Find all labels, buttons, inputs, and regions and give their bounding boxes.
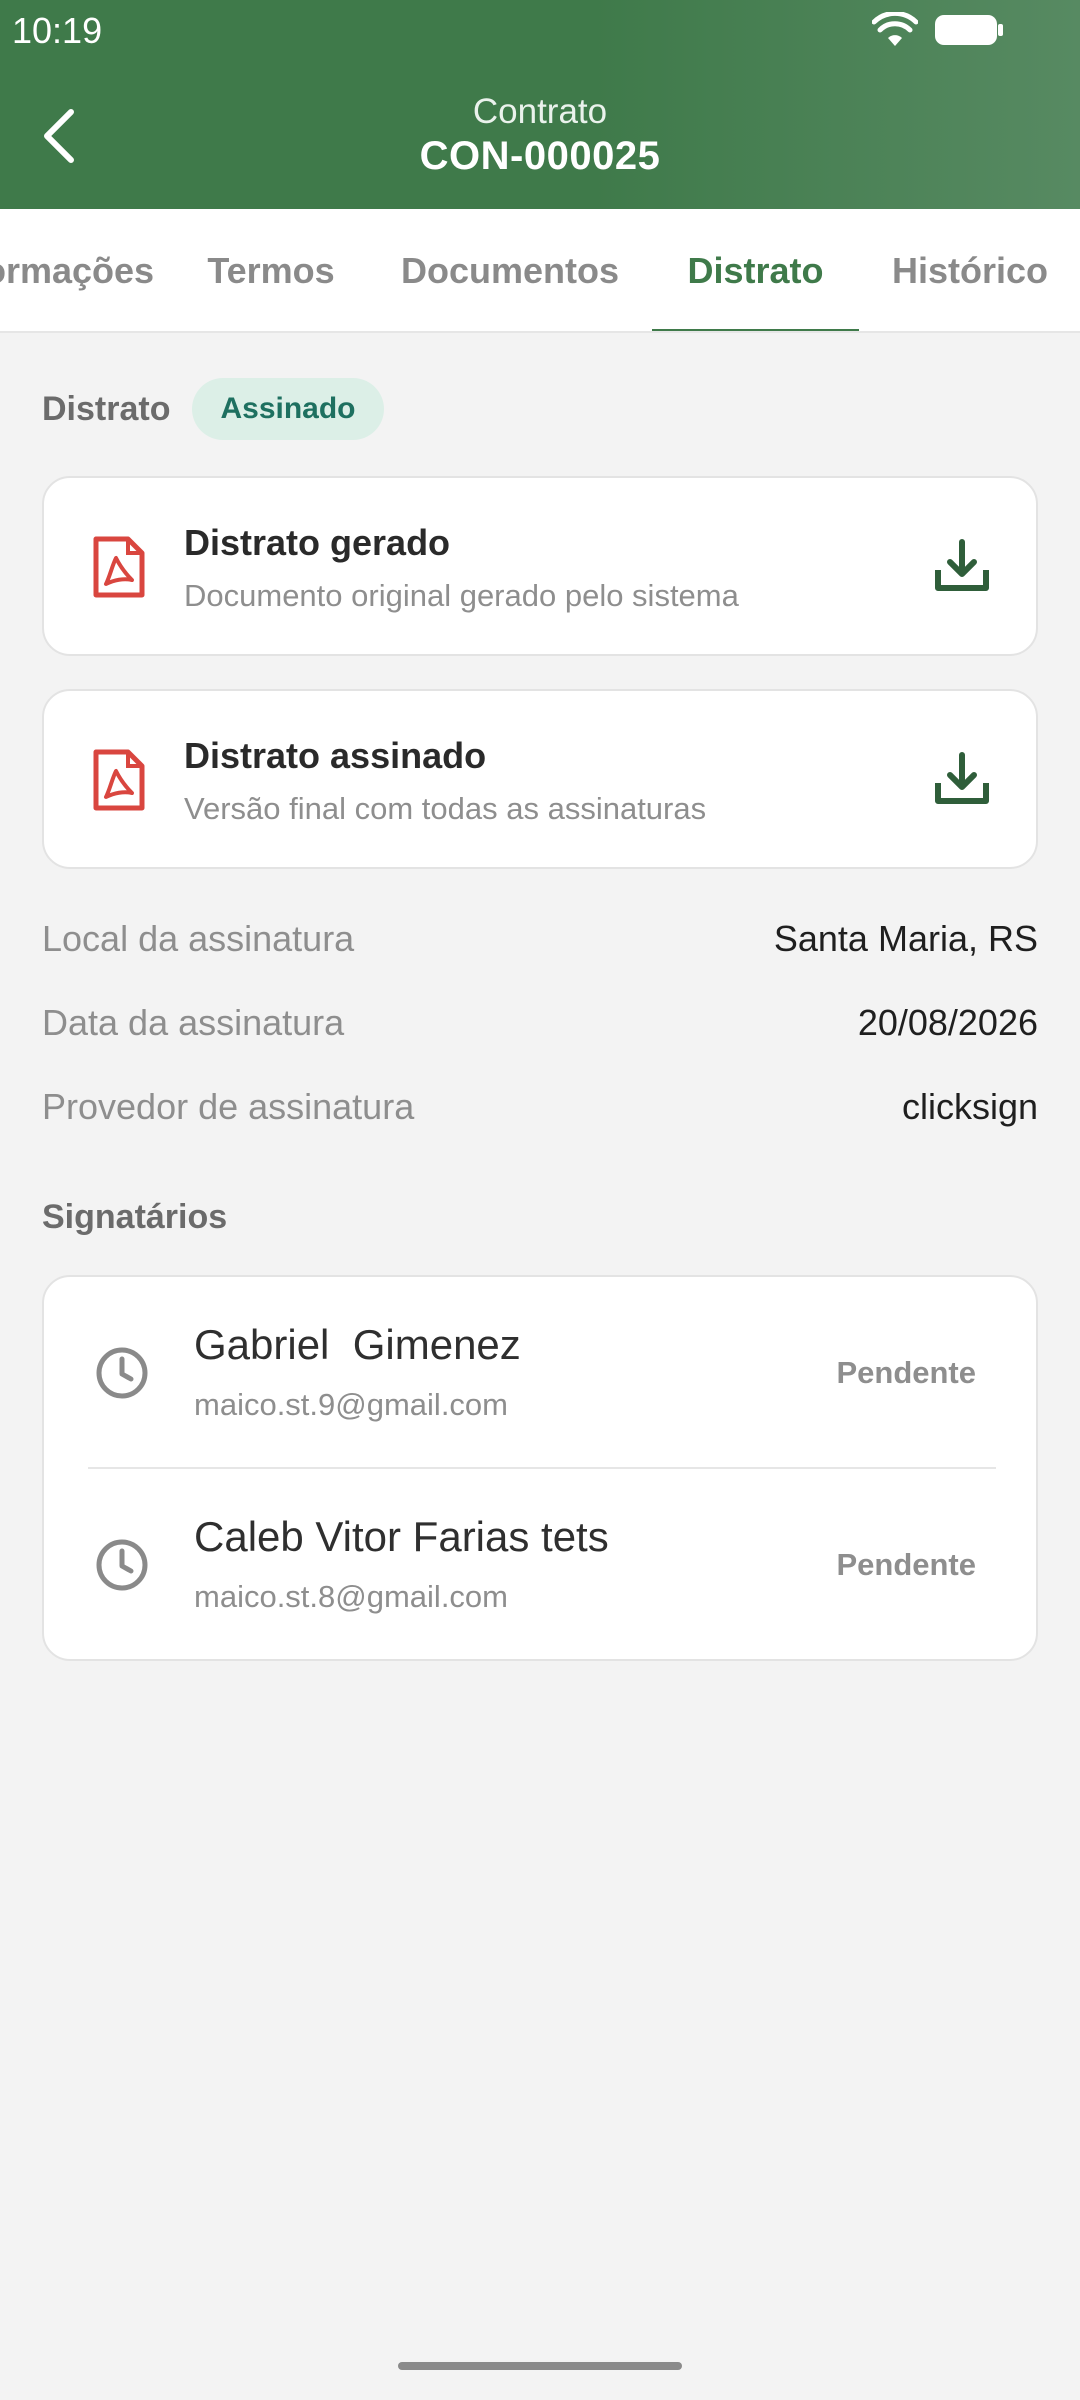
home-indicator[interactable] <box>398 2362 682 2370</box>
detail-value: 20/08/2026 <box>857 1002 1038 1043</box>
section-header: Distrato Assinado <box>42 378 384 440</box>
status-time: 10:19 <box>12 10 103 51</box>
signer-status: Pendente <box>836 1547 976 1582</box>
battery-icon <box>935 15 1003 45</box>
detail-row-date: Data da assinatura 20/08/2026 <box>42 1002 1038 1052</box>
detail-label: Local da assinatura <box>42 918 355 959</box>
signers-title: Signatários <box>42 1198 228 1236</box>
signer-email: maico.st.8@gmail.com <box>194 1579 508 1614</box>
tab-termos[interactable]: Termos <box>196 209 346 331</box>
signer-row[interactable]: Caleb Vitor Farias tets maico.st.8@gmail… <box>44 1469 1040 1659</box>
detail-value: Santa Maria, RS <box>773 918 1038 959</box>
tab-historico[interactable]: Histórico <box>880 209 1060 331</box>
document-card-generated[interactable]: Distrato gerado Documento original gerad… <box>42 476 1038 656</box>
clock-icon <box>96 1539 148 1591</box>
download-icon[interactable] <box>932 536 992 596</box>
signer-status: Pendente <box>836 1355 976 1390</box>
detail-row-provider: Provedor de assinatura clicksign <box>42 1086 1038 1136</box>
tab-indicator <box>652 329 859 331</box>
signer-name: Caleb Vitor Farias tets <box>194 1513 609 1560</box>
status-badge: Assinado <box>192 378 384 440</box>
tab-informacoes[interactable]: Informações <box>0 209 154 331</box>
section-label: Distrato <box>42 389 171 428</box>
detail-row-location: Local da assinatura Santa Maria, RS <box>42 918 1038 968</box>
pdf-icon <box>93 749 145 811</box>
tab-distrato[interactable]: Distrato <box>652 209 859 331</box>
document-description: Versão final com todas as assinaturas <box>184 791 707 826</box>
app-bar: 10:19 Contrato CON-000025 <box>0 0 1080 209</box>
signer-name: Gabriel Gimenez <box>194 1321 521 1368</box>
signer-email: maico.st.9@gmail.com <box>194 1387 508 1422</box>
document-title: Distrato assinado <box>184 735 487 776</box>
clock-icon <box>96 1347 148 1399</box>
tab-bar: Informações Termos Documentos Distrato H… <box>0 209 1080 333</box>
signer-row[interactable]: Gabriel Gimenez maico.st.9@gmail.com Pen… <box>44 1277 1040 1467</box>
header-subtitle: Contrato <box>472 92 608 131</box>
document-card-signed[interactable]: Distrato assinado Versão final com todas… <box>42 689 1038 869</box>
document-title: Distrato gerado <box>184 522 451 563</box>
detail-value: clicksign <box>901 1086 1038 1127</box>
detail-label: Provedor de assinatura <box>42 1086 415 1127</box>
tab-documentos[interactable]: Documentos <box>390 209 630 331</box>
wifi-icon <box>872 12 918 46</box>
pdf-icon <box>93 536 145 598</box>
download-icon[interactable] <box>932 749 992 809</box>
signers-card: Gabriel Gimenez maico.st.9@gmail.com Pen… <box>42 1275 1038 1661</box>
page-title: CON-000025 <box>419 134 661 178</box>
document-description: Documento original gerado pelo sistema <box>184 578 739 613</box>
detail-label: Data da assinatura <box>42 1002 345 1043</box>
